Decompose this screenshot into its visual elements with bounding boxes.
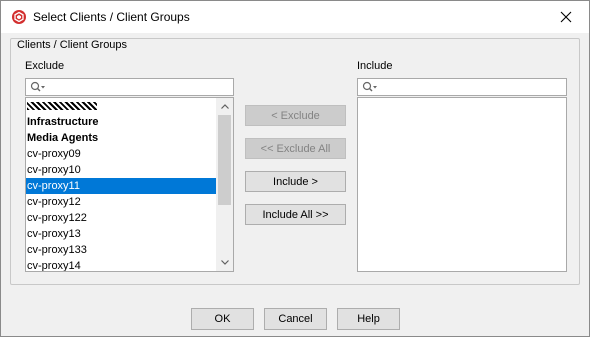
include-button[interactable]: Include > xyxy=(245,171,346,192)
list-item[interactable]: cv-proxy10 xyxy=(26,162,216,178)
chevron-down-icon xyxy=(220,260,229,265)
list-item[interactable]: cv-proxy12 xyxy=(26,194,216,210)
list-item[interactable]: cv-proxy13 xyxy=(26,226,216,242)
list-item[interactable]: Media Agents xyxy=(26,130,216,146)
list-item-label: cv-proxy122 xyxy=(27,212,87,224)
redacted-name xyxy=(27,102,97,110)
list-item-label: cv-proxy11 xyxy=(27,180,80,192)
window-title: Select Clients / Client Groups xyxy=(33,10,190,24)
list-item-label: cv-proxy10 xyxy=(27,164,81,176)
scroll-thumb[interactable] xyxy=(218,115,231,205)
list-item-label: cv-proxy09 xyxy=(27,148,81,160)
help-button[interactable]: Help xyxy=(337,308,400,330)
ok-button[interactable]: OK xyxy=(191,308,254,330)
exclude-search-input[interactable] xyxy=(48,80,231,94)
cancel-button[interactable]: Cancel xyxy=(264,308,327,330)
close-icon xyxy=(560,11,572,23)
include-search-box[interactable] xyxy=(357,78,567,96)
select-clients-dialog: Select Clients / Client Groups Clients /… xyxy=(0,0,590,337)
exclude-all-button[interactable]: << Exclude All xyxy=(245,138,346,159)
chevron-up-icon xyxy=(220,104,229,109)
scroll-up-button[interactable] xyxy=(216,98,233,115)
list-item-label: Infrastructure xyxy=(27,116,99,128)
list-item-label: cv-proxy14 xyxy=(27,260,81,272)
title-bar: Select Clients / Client Groups xyxy=(1,1,589,33)
list-item-label: cv-proxy12 xyxy=(27,196,81,208)
exclude-scrollbar[interactable] xyxy=(216,98,233,271)
exclude-button[interactable]: < Exclude xyxy=(245,105,346,126)
include-list[interactable] xyxy=(357,97,567,272)
list-item[interactable]: cv-proxy122 xyxy=(26,210,216,226)
close-button[interactable] xyxy=(543,1,589,33)
include-label: Include xyxy=(357,60,393,72)
exclude-label: Exclude xyxy=(25,60,65,72)
include-search-input[interactable] xyxy=(380,80,564,94)
list-item[interactable]: cv-proxy09 xyxy=(26,146,216,162)
scroll-down-button[interactable] xyxy=(216,254,233,271)
group-legend: Clients / Client Groups xyxy=(15,39,130,51)
list-item-label: cv-proxy133 xyxy=(27,244,87,256)
exclude-list-items: Infrastructure Media Agents cv-proxy09 cv-p… xyxy=(26,98,216,272)
list-item[interactable] xyxy=(26,98,216,114)
list-item[interactable]: cv-proxy11 xyxy=(26,178,216,194)
list-item[interactable]: cv-proxy14 xyxy=(26,258,216,272)
list-item-label: Media Agents xyxy=(27,132,99,144)
search-icon xyxy=(362,81,377,92)
list-item-label: cv-proxy13 xyxy=(27,228,81,240)
include-all-button[interactable]: Include All >> xyxy=(245,204,346,225)
exclude-list[interactable]: Infrastructure Media Agents cv-proxy09 cv-p… xyxy=(25,97,234,272)
list-item[interactable]: Infrastructure xyxy=(26,114,216,130)
list-item[interactable]: cv-proxy133 xyxy=(26,242,216,258)
exclude-search-box[interactable] xyxy=(25,78,234,96)
commvault-app-icon xyxy=(11,9,27,25)
search-icon xyxy=(30,81,45,92)
